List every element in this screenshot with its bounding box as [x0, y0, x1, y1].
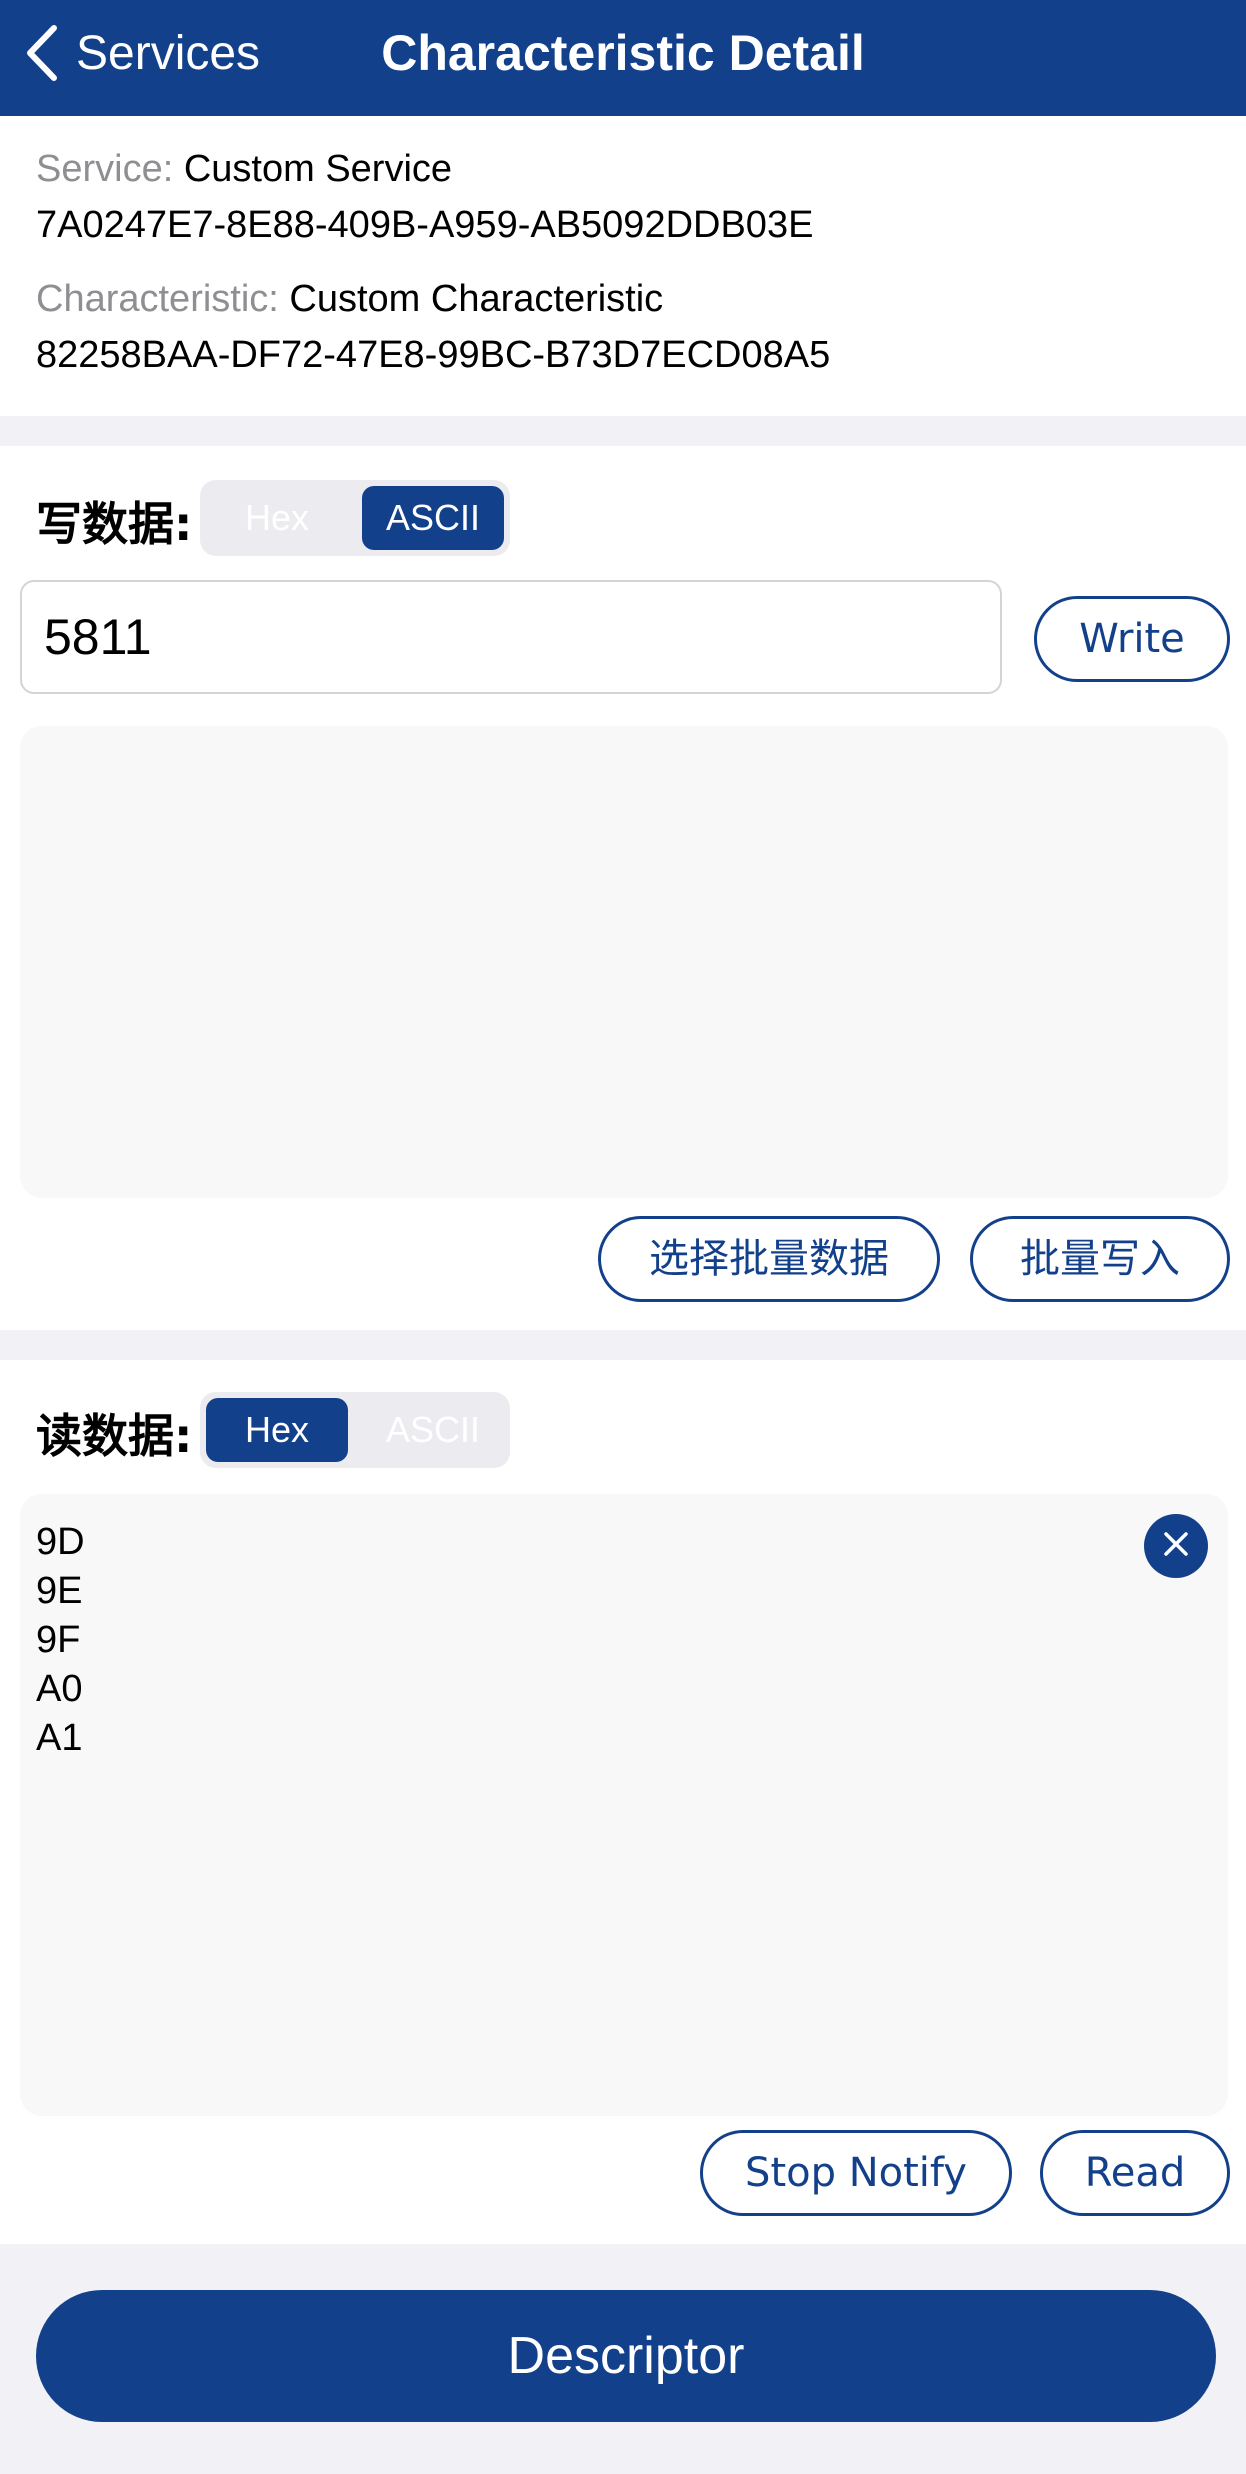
clear-output-button[interactable]	[1144, 1514, 1208, 1578]
nav-bar: Services Characteristic Detail	[0, 0, 1246, 116]
batch-data-area[interactable]	[20, 726, 1228, 1198]
service-row: Service: Custom Service	[36, 148, 452, 191]
read-output-line: A1	[36, 1717, 83, 1759]
write-format-segment: Hex ASCII	[200, 480, 510, 556]
characteristic-uuid: 82258BAA-DF72-47E8-99BC-B73D7ECD08A5	[36, 334, 831, 376]
read-output-line: 9F	[36, 1619, 81, 1661]
read-output-line: 9E	[36, 1570, 83, 1612]
service-name: Custom Service	[183, 148, 453, 190]
read-format-hex[interactable]: Hex	[206, 1398, 348, 1462]
characteristic-row: Characteristic: Custom Characteristic	[36, 278, 663, 321]
close-icon	[1163, 1531, 1189, 1562]
read-label: 读数据:	[36, 1409, 193, 1463]
batch-write-button[interactable]: 批量写入	[970, 1216, 1230, 1302]
read-output-line: A0	[36, 1668, 83, 1710]
read-format-segment: Hex ASCII	[200, 1392, 510, 1468]
write-button[interactable]: Write	[1034, 596, 1230, 682]
read-output-area: 9D 9E 9F A0 A1	[20, 1494, 1228, 2116]
read-button[interactable]: Read	[1040, 2130, 1230, 2216]
characteristic-key: Characteristic:	[36, 278, 279, 320]
write-format-ascii[interactable]: ASCII	[362, 486, 504, 550]
characteristic-name: Custom Characteristic	[289, 278, 664, 320]
service-uuid: 7A0247E7-8E88-409B-A959-AB5092DDB03E	[36, 204, 814, 246]
service-key: Service:	[36, 148, 174, 190]
select-batch-data-button[interactable]: 选择批量数据	[598, 1216, 940, 1302]
read-output-lines: 9D 9E 9F A0 A1	[36, 1518, 85, 1763]
stop-notify-button[interactable]: Stop Notify	[700, 2130, 1012, 2216]
write-input[interactable]	[20, 580, 1002, 694]
read-format-ascii[interactable]: ASCII	[362, 1398, 504, 1462]
page-title: Characteristic Detail	[381, 25, 865, 81]
write-label: 写数据:	[36, 497, 193, 551]
descriptor-button[interactable]: Descriptor	[36, 2290, 1216, 2422]
write-format-hex[interactable]: Hex	[206, 486, 348, 550]
characteristic-info: Service: Custom Service 7A0247E7-8E88-40…	[0, 116, 1246, 416]
read-section: 读数据: Hex ASCII 9D 9E 9F A0 A1 Stop Notif…	[0, 1360, 1246, 2244]
write-section: 写数据: Hex ASCII Write 选择批量数据 批量写入	[0, 446, 1246, 1330]
read-output-line: 9D	[36, 1521, 85, 1563]
